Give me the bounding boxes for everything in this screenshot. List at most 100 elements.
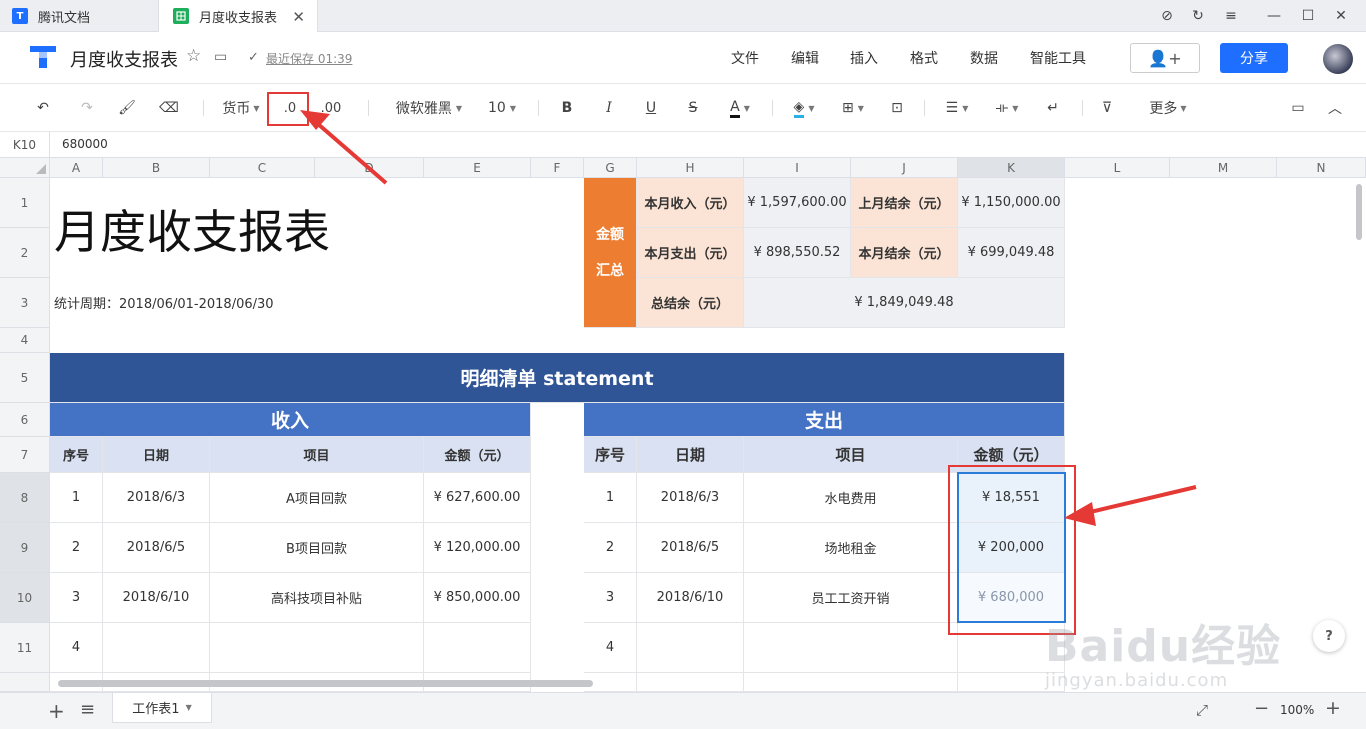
- zoom-in-icon[interactable]: +: [1325, 697, 1341, 719]
- avatar[interactable]: [1323, 44, 1353, 74]
- summary-label-cell[interactable]: 金额 汇总: [584, 178, 637, 328]
- currency-dropdown[interactable]: 货币 ▼: [218, 96, 264, 120]
- table-cell[interactable]: 4: [50, 623, 103, 673]
- month-balance-label[interactable]: 本月结余（元）: [851, 228, 958, 278]
- undo-icon[interactable]: ↶: [32, 96, 54, 120]
- statistics-period[interactable]: 统计周期：2018/06/01-2018/06/30: [54, 293, 274, 312]
- table-cell[interactable]: [637, 673, 744, 692]
- maximize-icon[interactable]: ☐: [1291, 0, 1325, 32]
- zoom-level[interactable]: 100%: [1280, 703, 1314, 717]
- income-section-title[interactable]: 收入: [50, 403, 531, 437]
- font-family-dropdown[interactable]: 微软雅黑 ▼: [392, 96, 466, 120]
- share-button[interactable]: 分享: [1220, 43, 1288, 73]
- income-label[interactable]: 本月收入（元）: [637, 178, 744, 228]
- income-header-no[interactable]: 序号: [50, 437, 103, 473]
- row-header[interactable]: 11: [0, 623, 50, 673]
- column-header[interactable]: I: [744, 158, 851, 178]
- vertical-scrollbar[interactable]: [1356, 184, 1362, 240]
- column-header[interactable]: F: [531, 158, 584, 178]
- table-cell[interactable]: 2: [584, 523, 637, 573]
- cell-reference[interactable]: K10: [0, 132, 50, 158]
- table-cell[interactable]: 员工工资开销: [744, 573, 958, 623]
- row-header[interactable]: 7: [0, 437, 50, 473]
- font-size-dropdown[interactable]: 10 ▼: [484, 96, 520, 120]
- income-header-date[interactable]: 日期: [103, 437, 210, 473]
- tab-tencent-docs[interactable]: T 腾讯文档: [0, 0, 158, 32]
- refresh-icon[interactable]: ↻: [1181, 0, 1215, 32]
- menu-edit[interactable]: 编辑: [791, 48, 819, 68]
- column-header[interactable]: L: [1065, 158, 1170, 178]
- table-cell[interactable]: ¥ 627,600.00: [424, 473, 531, 523]
- table-cell[interactable]: 3: [50, 573, 103, 623]
- expense-header-date[interactable]: 日期: [637, 437, 744, 473]
- table-cell[interactable]: B项目回款: [210, 523, 424, 573]
- table-cell[interactable]: [637, 623, 744, 673]
- select-all-corner[interactable]: [0, 158, 50, 178]
- table-cell[interactable]: [210, 623, 424, 673]
- column-header[interactable]: J: [851, 158, 958, 178]
- merge-cells-icon[interactable]: ⊡: [886, 96, 908, 120]
- income-header-item[interactable]: 项目: [210, 437, 424, 473]
- table-cell[interactable]: 2018/6/5: [637, 523, 744, 573]
- row-header[interactable]: 4: [0, 328, 50, 353]
- column-header[interactable]: M: [1170, 158, 1277, 178]
- zoom-out-icon[interactable]: −: [1254, 698, 1269, 719]
- wrap-text-icon[interactable]: ↵: [1042, 96, 1064, 120]
- column-header[interactable]: G: [584, 158, 637, 178]
- strikethrough-icon[interactable]: S: [682, 96, 704, 120]
- row-header[interactable]: 5: [0, 353, 50, 403]
- table-cell[interactable]: [424, 623, 531, 673]
- collapse-toolbar-icon[interactable]: ︿: [1324, 96, 1346, 120]
- folder-icon[interactable]: ▭: [214, 49, 227, 65]
- table-cell[interactable]: ¥ 850,000.00: [424, 573, 531, 623]
- add-sheet-icon[interactable]: +: [48, 699, 65, 723]
- table-cell[interactable]: 4: [584, 623, 637, 673]
- income-value[interactable]: ¥ 1,597,600.00: [744, 178, 851, 228]
- table-cell[interactable]: 2018/6/10: [637, 573, 744, 623]
- menu-file[interactable]: 文件: [731, 48, 759, 68]
- more-dropdown[interactable]: 更多 ▼: [1146, 96, 1190, 120]
- saved-status[interactable]: 最近保存 01:39: [266, 50, 352, 67]
- column-header[interactable]: D: [315, 158, 424, 178]
- table-cell[interactable]: A项目回款: [210, 473, 424, 523]
- column-header[interactable]: K: [958, 158, 1065, 178]
- column-header[interactable]: H: [637, 158, 744, 178]
- expense-header-item[interactable]: 项目: [744, 437, 958, 473]
- sheet-title[interactable]: 月度收支报表: [54, 196, 330, 262]
- row-header[interactable]: 6: [0, 403, 50, 437]
- table-cell[interactable]: [103, 623, 210, 673]
- menu-insert[interactable]: 插入: [850, 48, 878, 68]
- table-cell[interactable]: [744, 673, 958, 692]
- income-header-amount[interactable]: 金额（元）: [424, 437, 531, 473]
- row-header[interactable]: 3: [0, 278, 50, 328]
- expense-section-title[interactable]: 支出: [584, 403, 1065, 437]
- tab-report[interactable]: 月度收支报表 ✕: [158, 0, 318, 32]
- table-cell[interactable]: 3: [584, 573, 637, 623]
- comment-icon[interactable]: ▭: [1287, 96, 1309, 120]
- minimize-icon[interactable]: —: [1257, 0, 1291, 32]
- formula-input[interactable]: 680000: [62, 137, 108, 151]
- clear-format-icon[interactable]: ⌫: [158, 96, 180, 120]
- redo-icon[interactable]: ↷: [76, 96, 98, 120]
- doc-title[interactable]: 月度收支报表: [70, 46, 178, 72]
- format-painter-icon[interactable]: 🖌: [116, 96, 138, 120]
- table-cell[interactable]: 1: [584, 473, 637, 523]
- table-cell[interactable]: 场地租金: [744, 523, 958, 573]
- last-balance-value[interactable]: ¥ 1,150,000.00: [958, 178, 1065, 228]
- table-cell[interactable]: 1: [50, 473, 103, 523]
- column-header[interactable]: N: [1277, 158, 1366, 178]
- statement-banner[interactable]: 明细清单 statement: [50, 353, 1065, 403]
- row-header[interactable]: 1: [0, 178, 50, 228]
- column-header[interactable]: A: [50, 158, 103, 178]
- filter-icon[interactable]: ⊽: [1096, 96, 1118, 120]
- star-icon[interactable]: ☆: [186, 46, 201, 66]
- month-balance-value[interactable]: ¥ 699,049.48: [958, 228, 1065, 278]
- table-cell[interactable]: ¥ 120,000.00: [424, 523, 531, 573]
- help-button[interactable]: ?: [1313, 620, 1345, 652]
- font-color-dropdown[interactable]: A ▼: [722, 96, 758, 120]
- menu-data[interactable]: 数据: [970, 48, 998, 68]
- row-header[interactable]: 2: [0, 228, 50, 278]
- italic-icon[interactable]: I: [598, 96, 620, 120]
- last-balance-label[interactable]: 上月结余（元）: [851, 178, 958, 228]
- total-balance-value[interactable]: ¥ 1,849,049.48: [744, 278, 1065, 328]
